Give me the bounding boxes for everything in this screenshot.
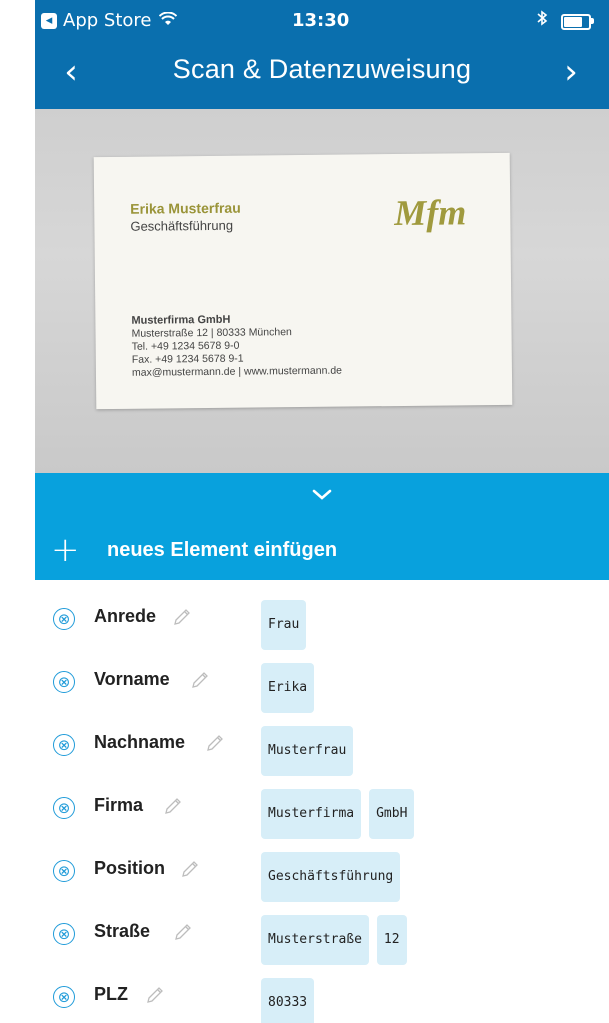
value-chip[interactable]: Geschäftsführung xyxy=(261,852,401,902)
field-row: ⊗ Position Geschäftsführung xyxy=(35,840,609,904)
value-chips: Musterfirma GmbH xyxy=(261,789,415,839)
value-chips: Musterfrau xyxy=(261,726,354,776)
pencil-icon[interactable] xyxy=(190,670,210,695)
field-row: ⊗ Vorname Erika xyxy=(35,651,609,715)
add-element-button[interactable]: + neues Element einfügen xyxy=(35,523,609,580)
navigation-bar: ‹ Scan & Datenzuweisung › xyxy=(35,40,609,109)
remove-field-icon[interactable]: ⊗ xyxy=(53,860,75,882)
value-chip[interactable]: 80333 xyxy=(261,978,315,1023)
value-chip[interactable]: Musterfirma xyxy=(261,789,362,839)
page-title: Scan & Datenzuweisung xyxy=(172,54,472,84)
value-chips: Frau xyxy=(261,600,307,650)
wifi-icon xyxy=(159,11,178,30)
field-row: ⊗ Straße Musterstraße 12 xyxy=(35,903,609,967)
remove-field-icon[interactable]: ⊗ xyxy=(53,734,75,756)
card-logo: Mfm xyxy=(394,192,467,234)
value-chips: Geschäftsführung xyxy=(261,852,401,902)
value-chip[interactable]: Frau xyxy=(261,600,307,650)
back-to-app-store[interactable]: ◂ App Store xyxy=(41,10,178,31)
top-bar: ◂ App Store 13:30 ‹ Scan & Datenzuweisun… xyxy=(35,0,609,109)
field-label: Anrede xyxy=(94,606,157,626)
pencil-icon[interactable] xyxy=(163,796,183,821)
value-chip[interactable]: Musterfrau xyxy=(261,726,354,776)
value-chip[interactable]: Erika xyxy=(261,663,315,713)
battery-level xyxy=(564,17,582,27)
remove-field-icon[interactable]: ⊗ xyxy=(53,671,75,693)
chevron-right-icon[interactable]: › xyxy=(551,52,591,92)
battery-icon xyxy=(561,14,591,30)
pencil-icon[interactable] xyxy=(173,922,193,947)
card-person: Erika Musterfrau Geschäftsführung xyxy=(130,200,241,234)
card-company-block: Musterfirma GmbH Musterstraße 12 | 80333… xyxy=(131,313,342,380)
pencil-icon[interactable] xyxy=(145,985,165,1010)
field-row: ⊗ Anrede Frau xyxy=(35,588,609,652)
pencil-icon[interactable] xyxy=(172,607,192,632)
field-row: ⊗ Nachname Musterfrau xyxy=(35,714,609,778)
scan-photo: Erika Musterfrau Geschäftsführung Mfm Mu… xyxy=(35,109,609,473)
chevron-down-icon xyxy=(35,483,609,508)
card-role: Geschäftsführung xyxy=(130,217,234,234)
back-app-label: App Store xyxy=(63,10,152,31)
value-chips: Erika xyxy=(261,663,315,713)
remove-field-icon[interactable]: ⊗ xyxy=(53,923,75,945)
field-label: Firma xyxy=(94,795,144,815)
pencil-icon[interactable] xyxy=(205,733,225,758)
value-chip[interactable]: GmbH xyxy=(369,789,415,839)
field-label: PLZ xyxy=(94,984,128,1004)
remove-field-icon[interactable]: ⊗ xyxy=(53,797,75,819)
card-web: max@mustermann.de | www.mustermann.de xyxy=(131,364,343,379)
value-chip[interactable]: 12 xyxy=(376,915,407,965)
status-time: 13:30 xyxy=(292,10,350,31)
remove-field-icon[interactable]: ⊗ xyxy=(53,608,75,630)
app-screen: ◂ App Store 13:30 ‹ Scan & Datenzuweisun… xyxy=(35,0,609,1023)
card-name: Erika Musterfrau xyxy=(130,199,241,217)
back-triangle-icon: ◂ xyxy=(41,12,57,29)
collapse-photo-button[interactable] xyxy=(35,473,609,523)
bluetooth-icon xyxy=(536,10,548,30)
plus-icon: + xyxy=(51,530,80,570)
field-row: ⊗ PLZ 80333 xyxy=(35,966,609,1023)
field-label: Vorname xyxy=(94,669,170,689)
field-label: Straße xyxy=(94,921,151,941)
status-bar: ◂ App Store 13:30 xyxy=(35,0,609,40)
battery-tip xyxy=(591,18,594,24)
value-chip[interactable]: Musterstraße xyxy=(261,915,369,965)
field-label: Position xyxy=(94,858,165,878)
field-label: Nachname xyxy=(94,732,186,752)
value-chips: Musterstraße 12 xyxy=(261,915,407,965)
remove-field-icon[interactable]: ⊗ xyxy=(53,986,75,1008)
field-row: ⊗ Firma Musterfirma GmbH xyxy=(35,777,609,841)
business-card: Erika Musterfrau Geschäftsführung Mfm Mu… xyxy=(93,152,513,410)
add-element-label: neues Element einfügen xyxy=(107,539,338,561)
pencil-icon[interactable] xyxy=(180,859,200,884)
value-chips: 80333 xyxy=(261,978,315,1023)
